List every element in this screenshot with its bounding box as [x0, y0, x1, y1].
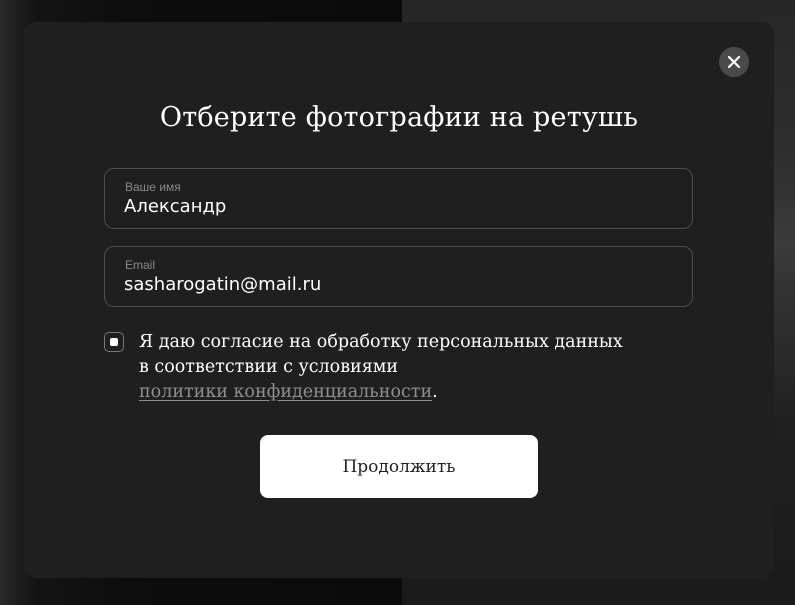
continue-button[interactable]: Продолжить [260, 435, 538, 498]
retouch-modal: Отберите фотографии на ретушь Ваше имя E… [24, 22, 774, 578]
close-icon [727, 55, 741, 69]
consent-line-3: политики конфиденциальности. [139, 380, 669, 405]
consent-line-2: в соответствии с условиями [139, 357, 399, 377]
name-field-label: Ваше имя [125, 180, 181, 194]
consent-checkbox[interactable] [104, 332, 124, 352]
name-field[interactable]: Ваше имя [104, 168, 693, 229]
close-button[interactable] [719, 47, 749, 77]
checkbox-check-mark [110, 338, 118, 346]
modal-title: Отберите фотографии на ретушь [159, 102, 639, 133]
consent-line-1: Я даю согласие на обработку персональных… [139, 332, 623, 352]
consent-text: Я даю согласие на обработку персональных… [139, 330, 669, 405]
email-field[interactable]: Email [104, 246, 693, 307]
name-input[interactable] [124, 196, 664, 217]
privacy-policy-link[interactable]: политики конфиденциальности [139, 382, 432, 402]
email-input[interactable] [124, 274, 664, 295]
email-field-label: Email [125, 258, 156, 272]
consent-period: . [432, 382, 438, 402]
